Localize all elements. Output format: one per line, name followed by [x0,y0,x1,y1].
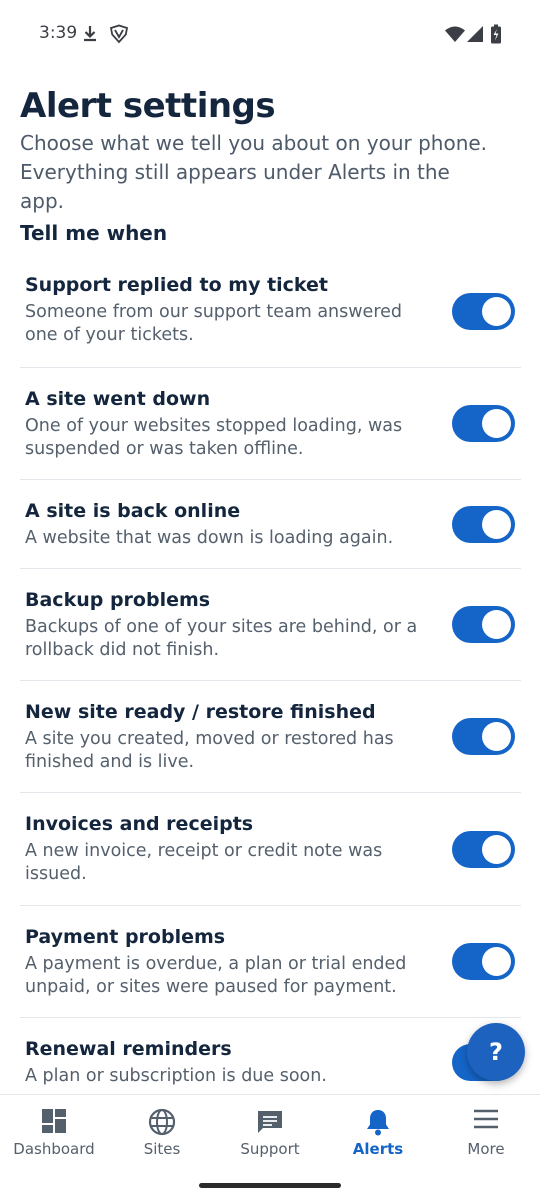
setting-description: Backups of one of your sites are behind,… [25,617,418,660]
nav-label: Sites [143,1140,181,1158]
cellular-icon [466,25,484,48]
setting-description: One of your websites stopped loading, wa… [25,416,403,459]
setting-description: A website that was down is loading again… [25,528,394,548]
nav-support[interactable]: Support [216,1095,324,1165]
nav-dashboard[interactable]: Dashboard [0,1095,108,1165]
setting-title: A site is back online [25,500,241,522]
shield-icon [109,24,129,49]
section-label: Tell me when [20,221,168,245]
toggle-knob [482,722,511,751]
setting-row-support-replied[interactable]: Support replied to my ticket Someone fro… [20,264,521,368]
setting-description: A site you created, moved or restored ha… [25,729,394,772]
invoices-toggle[interactable] [452,831,515,868]
toggle-knob [482,835,511,864]
nav-sites[interactable]: Sites [108,1095,216,1165]
setting-title: A site went down [25,388,211,410]
nav-label: Dashboard [13,1140,95,1158]
setting-description: Someone from our support team answered o… [25,302,403,345]
battery-charging-icon [490,24,502,49]
toggle-knob [482,610,511,639]
wifi-icon [444,25,466,48]
nav-more[interactable]: More [432,1095,540,1165]
toggle-knob [482,510,511,539]
setting-description: A payment is overdue, a plan or trial en… [25,954,407,997]
menu-icon [473,1108,499,1135]
toggle-knob [482,409,511,438]
nav-label: More [467,1140,505,1158]
setting-row-site-down[interactable]: A site went down One of your websites st… [20,368,521,480]
home-indicator[interactable] [199,1183,341,1188]
setting-row-renewal-reminders[interactable]: Renewal reminders A plan or subscription… [20,1018,521,1094]
payment-problems-toggle[interactable] [452,943,515,980]
new-site-ready-toggle[interactable] [452,718,515,755]
site-down-toggle[interactable] [452,405,515,442]
nav-alerts[interactable]: Alerts [324,1095,432,1165]
page-title: Alert settings [20,86,276,126]
status-bar: 3:39 [0,0,540,68]
setting-row-invoices[interactable]: Invoices and receipts A new invoice, rec… [20,793,521,906]
globe-icon [148,1108,176,1141]
setting-title: New site ready / restore finished [25,701,376,723]
support-replied-toggle[interactable] [452,293,515,330]
bottom-nav: Dashboard Sites Support Alerts More [0,1094,540,1200]
setting-row-site-back-online[interactable]: A site is back online A website that was… [20,480,521,569]
help-button[interactable]: ? [467,1023,525,1081]
toggle-knob [482,947,511,976]
setting-row-new-site-ready[interactable]: New site ready / restore finished A site… [20,681,521,793]
bell-icon [365,1108,391,1141]
setting-title: Support replied to my ticket [25,274,329,296]
backup-problems-toggle[interactable] [452,606,515,643]
setting-row-payment-problems[interactable]: Payment problems A payment is overdue, a… [20,906,521,1018]
download-icon [82,24,98,49]
setting-title: Payment problems [25,926,226,948]
setting-title: Backup problems [25,589,211,611]
site-back-online-toggle[interactable] [452,506,515,543]
dashboard-icon [41,1108,67,1139]
help-icon: ? [489,1038,503,1066]
setting-title: Renewal reminders [25,1038,232,1060]
setting-description: A plan or subscription is due soon. [25,1066,327,1086]
page-subtitle: Choose what we tell you about on your ph… [20,131,488,213]
setting-description: A new invoice, receipt or credit note wa… [25,841,383,884]
nav-label: Support [240,1140,300,1158]
alert-settings-content[interactable]: Alert settings Choose what we tell you a… [0,68,540,1094]
chat-icon [256,1108,284,1141]
setting-row-backup-problems[interactable]: Backup problems Backups of one of your s… [20,569,521,681]
nav-label: Alerts [352,1140,404,1158]
setting-title: Invoices and receipts [25,813,254,835]
toggle-knob [482,297,511,326]
status-time: 3:39 [39,23,78,43]
